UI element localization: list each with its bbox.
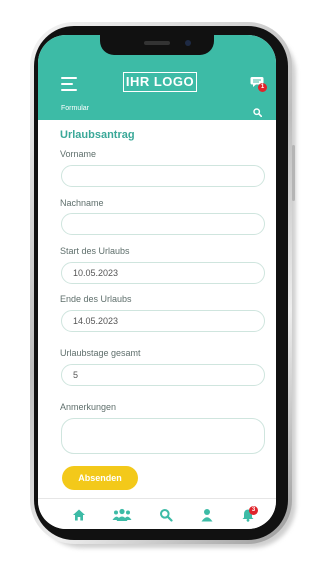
chat-badge: 1 <box>258 83 267 92</box>
lastname-field[interactable] <box>61 213 265 235</box>
total-days-field[interactable]: 5 <box>61 364 265 386</box>
notification-badge: 3 <box>249 506 258 515</box>
remarks-textarea[interactable] <box>61 418 265 454</box>
label-end-date: Ende des Urlaubs <box>60 294 132 304</box>
hamburger-menu-icon[interactable] <box>61 77 77 91</box>
end-date-field[interactable]: 14.05.2023 <box>61 310 265 332</box>
front-camera <box>185 40 191 46</box>
search-icon[interactable] <box>159 508 173 522</box>
submit-button[interactable]: Absenden <box>62 466 138 490</box>
label-remarks: Anmerkungen <box>60 402 117 412</box>
form-title: Urlaubsantrag <box>60 129 135 141</box>
profile-icon[interactable] <box>200 508 214 522</box>
bottom-navigation: 3 <box>38 498 276 529</box>
firstname-field[interactable] <box>61 165 265 187</box>
label-lastname: Nachname <box>60 198 104 208</box>
section-label: Formular <box>61 105 90 112</box>
label-start-date: Start des Urlaubs <box>60 246 130 256</box>
label-total-days: Urlaubstage gesamt <box>60 348 141 358</box>
label-firstname: Vorname <box>60 149 97 159</box>
phone-screen: IHR LOGO 1 Formular Urlaubsantrag Vornam… <box>38 35 276 529</box>
logo[interactable]: IHR LOGO <box>123 72 197 92</box>
notch <box>100 35 214 55</box>
power-button <box>292 145 295 201</box>
header-search-icon[interactable] <box>253 104 263 118</box>
start-date-field[interactable]: 10.05.2023 <box>61 262 265 284</box>
home-icon[interactable] <box>72 508 86 522</box>
users-icon[interactable] <box>112 508 132 522</box>
speaker <box>144 41 170 45</box>
